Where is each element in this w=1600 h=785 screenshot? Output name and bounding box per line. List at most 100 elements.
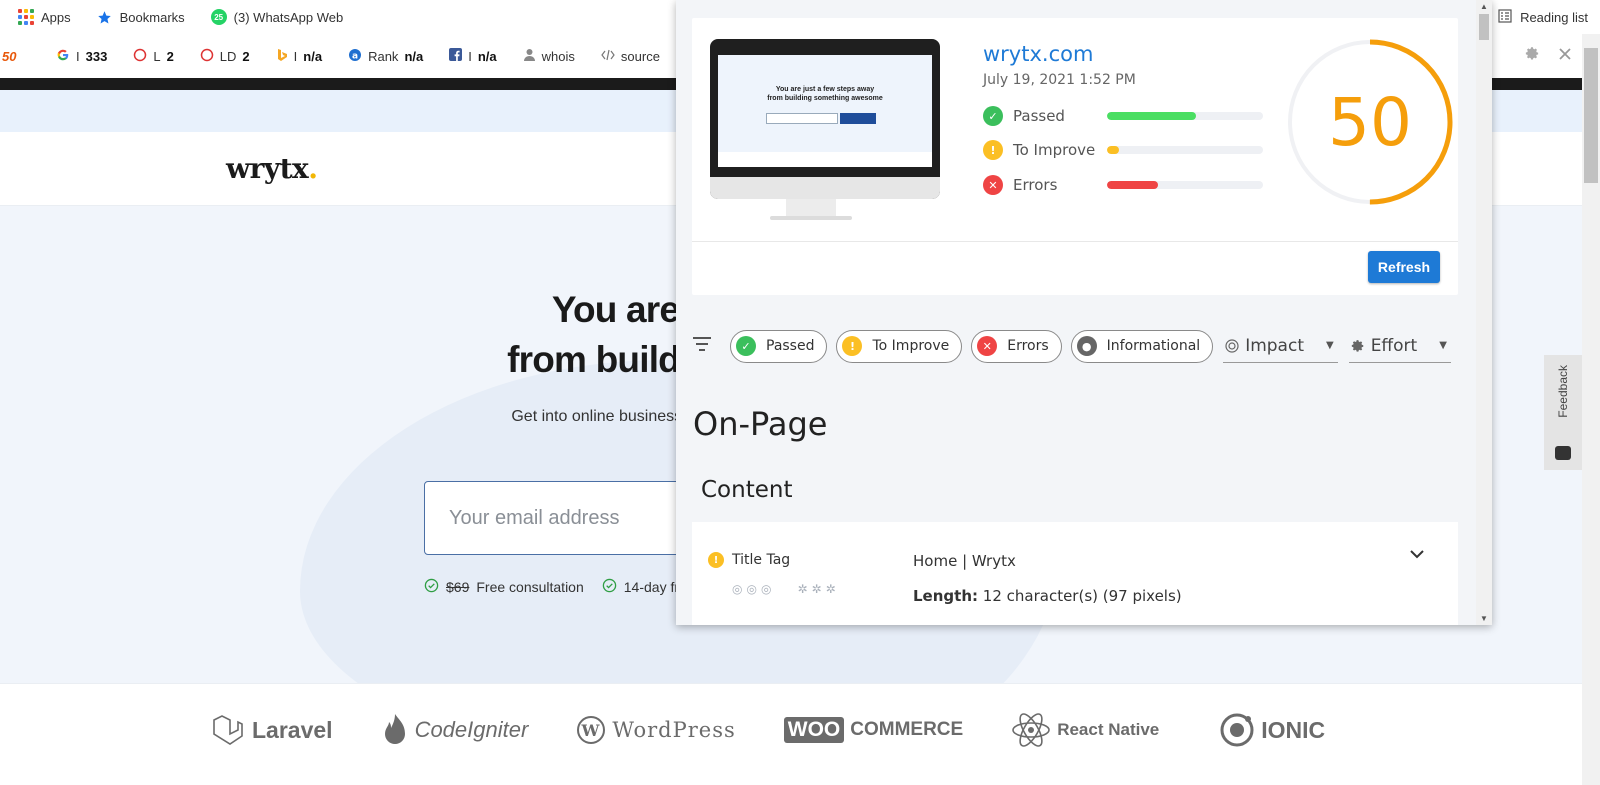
audit-row-name: ! Title Tag	[708, 552, 790, 568]
filter-chip-passed[interactable]: ✓ Passed	[730, 329, 828, 363]
gear-icon: ✲	[797, 582, 808, 596]
scroll-up-icon[interactable]: ▲	[1480, 2, 1488, 11]
seo-item-source[interactable]: source	[601, 49, 660, 64]
seo-item-google-index[interactable]: I 333	[56, 48, 107, 65]
seo-item-label: I	[76, 48, 80, 64]
metric-bar-fill	[1107, 181, 1159, 189]
seo-extension-logo[interactable]: 50	[2, 44, 26, 68]
summary-card: You are just a few steps away from build…	[692, 18, 1458, 295]
page-scroll-thumb[interactable]	[1584, 48, 1598, 183]
seo-item-value: 333	[85, 48, 108, 64]
codeigniter-logo: CodeIgniter	[381, 712, 528, 748]
reading-list-icon	[1498, 8, 1512, 26]
laravel-logo: Laravel	[210, 712, 333, 748]
filter-chip-errors[interactable]: ✕ Errors	[971, 329, 1062, 363]
reading-list-label: Reading list	[1520, 9, 1588, 25]
feedback-tab[interactable]: Feedback	[1544, 355, 1582, 470]
metric-bar	[1107, 112, 1263, 120]
error-icon: ✕	[977, 336, 998, 356]
seo-item-facebook[interactable]: I n/a	[449, 48, 497, 64]
report-site-name[interactable]: wrytx.com	[983, 42, 1093, 66]
filter-lines-icon[interactable]	[692, 336, 712, 356]
chat-icon	[1555, 446, 1571, 460]
site-preview-screenshot: You are just a few steps away from build…	[718, 55, 932, 167]
monitor-chin	[710, 177, 940, 199]
seo-item-links[interactable]: L 2	[133, 48, 174, 65]
google-icon	[56, 48, 70, 65]
impact-effort-indicators: ◎ ◎ ◎ ✲ ✲ ✲	[732, 582, 836, 596]
link-circle-icon	[200, 48, 214, 65]
bookmark-apps[interactable]: Apps	[10, 0, 79, 34]
error-icon: ✕	[983, 175, 1003, 195]
chevron-down-icon[interactable]	[1410, 548, 1424, 562]
gear-icon[interactable]	[1525, 46, 1540, 66]
metric-bar	[1107, 181, 1263, 189]
metric-bar-fill	[1107, 146, 1120, 154]
alexa-icon: a	[348, 48, 362, 65]
seo-item-bing-index[interactable]: I n/a	[276, 48, 322, 65]
score-value: 50	[1328, 83, 1412, 161]
gear-icon: ✲	[825, 582, 836, 596]
preview-logos-strip	[718, 152, 932, 167]
target-icon: ◎	[732, 582, 743, 596]
link-circle-icon	[133, 48, 147, 65]
section-title: On-Page	[693, 405, 828, 443]
seo-item-label: Rank	[368, 48, 399, 64]
metric-label: To Improve	[1013, 141, 1096, 159]
site-preview-monitor: You are just a few steps away from build…	[710, 39, 940, 199]
metric-bar-fill	[1107, 112, 1196, 120]
star-icon	[97, 9, 113, 25]
scroll-down-icon[interactable]: ▼	[1480, 614, 1488, 623]
preview-input	[766, 113, 838, 124]
summary-divider	[692, 241, 1458, 242]
audit-row-title-tag[interactable]: ! Title Tag ◎ ◎ ◎ ✲ ✲ ✲ Home | Wrytx Len…	[692, 522, 1458, 625]
check-circle-icon	[602, 578, 617, 596]
user-icon	[523, 48, 536, 64]
metric-errors: ✕ Errors	[983, 175, 1263, 195]
target-icon: ◎	[746, 582, 757, 596]
seo-item-value: n/a	[404, 48, 424, 64]
filter-chip-to-improve[interactable]: ! To Improve	[836, 329, 963, 363]
metric-to-improve: ! To Improve	[983, 140, 1263, 160]
close-icon[interactable]	[1558, 47, 1572, 66]
seo-item-label: I	[293, 48, 298, 64]
site-logo[interactable]: wrytx.	[226, 152, 318, 185]
svg-text:W: W	[581, 721, 601, 740]
perk-consultation: $69 Free consultation	[424, 578, 584, 596]
code-icon	[601, 49, 615, 64]
bookmark-whatsapp[interactable]: 25 (3) WhatsApp Web	[203, 0, 352, 34]
reading-list-button[interactable]: Reading list	[1498, 0, 1588, 34]
seo-item-value: n/a	[477, 48, 497, 64]
filter-bar: ✓ Passed ! To Improve ✕ Errors ● Informa…	[692, 329, 1461, 363]
preview-title-line-1: You are just a few steps away	[775, 86, 875, 93]
metric-label: Passed	[1013, 107, 1065, 125]
seo-item-label: LD	[219, 48, 237, 64]
bing-icon	[276, 48, 288, 65]
refresh-button[interactable]: Refresh	[1368, 251, 1440, 283]
feedback-label: Feedback	[1556, 365, 1570, 418]
bookmark-bookmarks[interactable]: Bookmarks	[89, 0, 193, 34]
woocommerce-logo: WOO COMMERCE	[783, 717, 963, 743]
preview-button	[840, 113, 876, 124]
filter-chip-informational[interactable]: ● Informational	[1070, 329, 1214, 363]
seo-item-whois[interactable]: whois	[523, 48, 575, 64]
seo-item-value: 2	[242, 48, 250, 64]
popup-scrollbar[interactable]: ▲ ▼	[1476, 0, 1492, 625]
target-icon: ◎	[760, 582, 772, 596]
bookmark-bookmarks-label: Bookmarks	[119, 9, 185, 25]
apps-grid-icon	[18, 9, 34, 25]
seo-item-alexa-rank[interactable]: a Rank n/a	[348, 48, 423, 65]
seo-item-value: 2	[166, 48, 174, 64]
effort-dropdown[interactable]: Effort ▼	[1348, 330, 1451, 363]
warning-icon: !	[983, 140, 1003, 160]
wordpress-logo: W WordPress	[576, 715, 735, 745]
popup-scroll-thumb[interactable]	[1479, 14, 1489, 40]
metric-bar	[1107, 146, 1263, 154]
seo-item-linking-domains[interactable]: LD 2	[200, 48, 250, 65]
impact-dropdown[interactable]: Impact ▼	[1223, 330, 1338, 363]
ionic-logo: IONIC	[1219, 712, 1325, 748]
whatsapp-icon: 25	[210, 9, 227, 25]
seo-item-value: n/a	[303, 48, 323, 64]
page-scrollbar[interactable]	[1582, 34, 1600, 785]
react-native-logo: React Native	[1011, 712, 1159, 748]
